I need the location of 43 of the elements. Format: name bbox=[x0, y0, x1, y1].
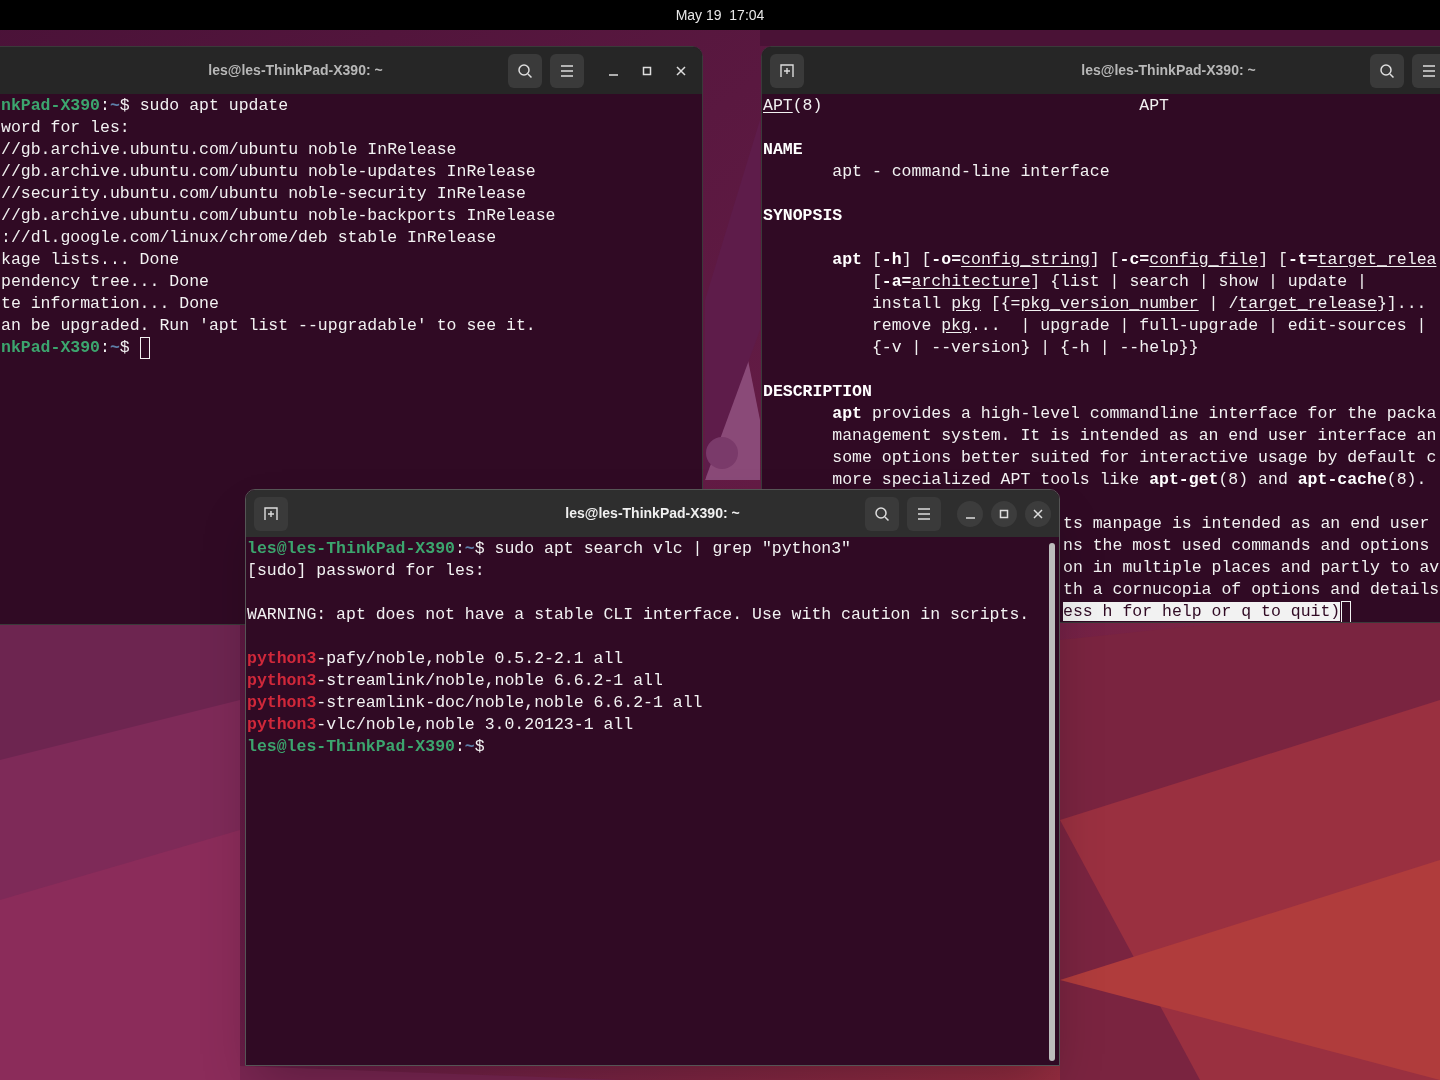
terminal-line: nkPad-X390:~$ sudo apt update bbox=[1, 95, 289, 117]
terminal-line: python3-pafy/noble,noble 0.5.2-2.1 all bbox=[247, 648, 624, 670]
terminal-line: {-v | --version} | {-h | --help}} bbox=[871, 337, 1199, 359]
terminal-line: les@les-ThinkPad-X390:~$ bbox=[247, 736, 485, 758]
terminal-line: NAME bbox=[763, 139, 803, 161]
terminal-line: ts manpage is intended as an end user bbox=[1063, 513, 1430, 535]
terminal-line: an be upgraded. Run 'apt list --upgradable' to see it. bbox=[1, 315, 536, 337]
terminal-line: WARNING: apt does not have a stable CLI interface. Use with caution in scripts. bbox=[247, 604, 1030, 626]
terminal-line: //security.ubuntu.com/ubuntu noble-security InRelease bbox=[1, 183, 526, 205]
terminal-line: DESCRIPTION bbox=[763, 381, 872, 403]
terminal-line: on in multiple places and partly to av bbox=[1063, 557, 1440, 579]
terminal-line: some options better suited for interactive usage by default c bbox=[832, 447, 1437, 469]
terminal-line: les@les-ThinkPad-X390:~$ sudo apt search vlc | grep "python3" bbox=[247, 538, 851, 560]
terminal-line: management system. It is intended as an end user interface an bbox=[832, 425, 1437, 447]
manpage-title: APT bbox=[1139, 95, 1169, 117]
terminal-line: remove pkg... | upgrade | full-upgrade | edit-sources | bbox=[871, 315, 1427, 337]
terminal-line: word for les: bbox=[1, 117, 130, 139]
terminal-line: [sudo] password for les: bbox=[247, 560, 485, 582]
terminal-line: apt - command-line interface bbox=[832, 161, 1110, 183]
terminal-line: more specialized APT tools like apt-get(8) and apt-cache(8). bbox=[832, 469, 1427, 491]
terminal-line: nkPad-X390:~$ bbox=[1, 337, 130, 359]
terminal-line: SYNOPSIS bbox=[763, 205, 843, 227]
terminal-line: th a cornucopia of options and details bbox=[1063, 579, 1440, 601]
terminal-line: //gb.archive.ubuntu.com/ubuntu noble-updates InRelease bbox=[1, 161, 536, 183]
terminal-line: te information... Done bbox=[1, 293, 219, 315]
terminal-line: ://dl.google.com/linux/chrome/deb stable InRelease bbox=[1, 227, 497, 249]
window-title: les@les-ThinkPad-X390: ~ bbox=[1081, 61, 1256, 80]
clock[interactable]: May 19 17:04 bbox=[675, 4, 765, 26]
terminal-line: //gb.archive.ubuntu.com/ubuntu noble InRelease bbox=[1, 139, 457, 161]
terminal-line: APT(8) bbox=[763, 95, 823, 117]
terminal-line: pendency tree... Done bbox=[1, 271, 209, 293]
terminal-line: [-a=architecture] {list | search | show | update | bbox=[871, 271, 1367, 293]
terminal-line: install pkg [{=pkg_version_number | /target_release}]... bbox=[871, 293, 1427, 315]
terminal-line: python3-streamlink/noble,noble 6.6.2-1 all bbox=[247, 670, 663, 692]
window-title: les@les-ThinkPad-X390: ~ bbox=[565, 504, 740, 523]
window-title: les@les-ThinkPad-X390: ~ bbox=[208, 61, 383, 80]
terminal-line: apt provides a high-level commandline interface for the packa bbox=[832, 403, 1437, 425]
terminal-line: ns the most used commands and options bbox=[1063, 535, 1430, 557]
terminal-line: python3-vlc/noble,noble 3.0.20123-1 all bbox=[247, 714, 634, 736]
terminal-line: apt [-h] [-o=config_string] [-c=config_file] [-t=target_relea bbox=[832, 249, 1437, 271]
terminal-line: //gb.archive.ubuntu.com/ubuntu noble-backports InRelease bbox=[1, 205, 556, 227]
terminal-line: kage lists... Done bbox=[1, 249, 180, 271]
terminal-line: python3-streamlink-doc/noble,noble 6.6.2-1 all bbox=[247, 692, 703, 714]
